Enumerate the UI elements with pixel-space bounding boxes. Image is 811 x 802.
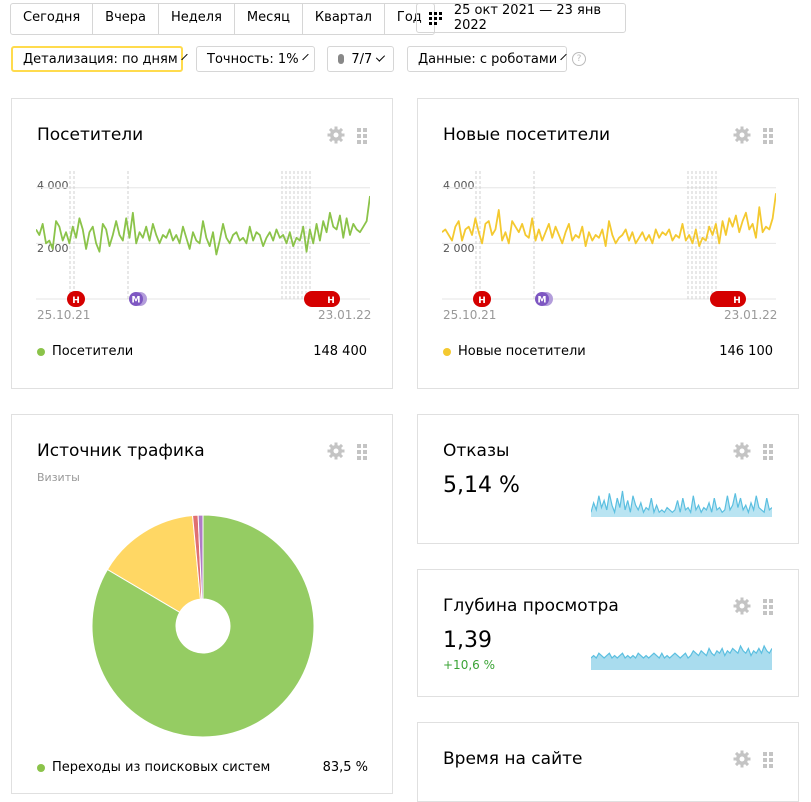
traffic-pie-chart: [91, 514, 315, 738]
date-start: 25.10.21: [37, 308, 91, 322]
comments-label: 7/7: [351, 51, 373, 67]
accuracy-label: Точность: 1%: [207, 51, 299, 67]
detail-dropdown[interactable]: Детализация: по дням: [11, 46, 188, 72]
drag-handle-icon[interactable]: [763, 444, 773, 460]
gear-icon[interactable]: [327, 442, 345, 460]
tab-yesterday[interactable]: Вчера: [93, 4, 159, 34]
traffic-subtitle: Визиты: [37, 471, 80, 484]
series-line: [36, 195, 370, 256]
chevron-down-icon: [376, 52, 386, 61]
chevron-down-icon: [560, 53, 567, 60]
date-range-label: 25 окт 2021 — 23 янв 2022: [453, 3, 602, 33]
gear-icon[interactable]: [733, 442, 751, 460]
time-card: Время на сайте: [417, 722, 799, 802]
depth-card: Глубина просмотра 1,39 +10,6 %: [417, 569, 799, 697]
chevron-down-icon: [301, 53, 309, 60]
gear-icon[interactable]: [733, 750, 751, 768]
bounces-value: 5,14 %: [443, 473, 520, 498]
traffic-title: Источник трафика: [37, 441, 205, 461]
bounces-title: Отказы: [443, 441, 510, 461]
legend-dot: [37, 347, 45, 356]
visitors-card: Посетители 4 000 2 000 ННМ 25.10.21 23.0…: [11, 98, 393, 389]
legend-item[interactable]: Переходы из поисковых систем: [37, 760, 270, 775]
depth-title: Глубина просмотра: [443, 596, 619, 616]
drag-handle-icon[interactable]: [763, 599, 773, 615]
legend-dot: [37, 763, 45, 772]
drag-handle-icon[interactable]: [357, 128, 367, 144]
drag-handle-icon[interactable]: [763, 752, 773, 768]
holiday-marker-label: Н: [327, 296, 335, 306]
holiday-marker-label: Н: [72, 296, 80, 306]
tab-week[interactable]: Неделя: [159, 4, 235, 34]
date-end: 23.01.22: [318, 308, 372, 322]
legend-label: Посетители: [52, 344, 134, 359]
legend-label: Переходы из поисковых систем: [52, 760, 271, 775]
visitors-total: 148 400: [313, 344, 367, 359]
holiday-marker-label: Н: [478, 296, 486, 306]
help-icon[interactable]: ?: [572, 52, 586, 66]
visitors-chart: Н НМ: [36, 171, 370, 307]
note-marker-label: М: [132, 296, 141, 306]
legend-label: Новые посетители: [458, 344, 586, 359]
drag-handle-icon[interactable]: [763, 128, 773, 144]
date-start: 25.10.21: [443, 308, 497, 322]
legend-item[interactable]: Новые посетители: [443, 344, 586, 359]
depth-sparkline: [591, 644, 772, 670]
date-range-picker[interactable]: 25 окт 2021 — 23 янв 2022: [416, 3, 626, 33]
gear-icon[interactable]: [733, 597, 751, 615]
sparkline-area: [591, 646, 772, 670]
visitors-title: Посетители: [37, 125, 144, 145]
data-label: Данные: с роботами: [418, 51, 558, 67]
gear-icon[interactable]: [327, 126, 345, 144]
data-dropdown[interactable]: Данные: с роботами: [407, 46, 567, 72]
legend-dot: [443, 347, 451, 356]
tab-month[interactable]: Месяц: [235, 4, 303, 34]
tab-today[interactable]: Сегодня: [11, 4, 94, 34]
accuracy-dropdown[interactable]: Точность: 1%: [196, 46, 315, 72]
new-visitors-total: 146 100: [719, 344, 773, 359]
legend-value: 83,5 %: [322, 760, 368, 775]
depth-value: 1,39: [443, 628, 492, 653]
gear-icon[interactable]: [733, 126, 751, 144]
new-visitors-chart: Н НМ: [442, 171, 776, 307]
drag-handle-icon[interactable]: [357, 444, 367, 460]
bounces-sparkline: [591, 490, 772, 517]
period-tabs: Сегодня Вчера Неделя Месяц Квартал Год: [10, 3, 435, 35]
tab-quarter[interactable]: Квартал: [303, 4, 385, 34]
depth-delta: +10,6 %: [443, 658, 495, 672]
legend-item[interactable]: Посетители: [37, 344, 133, 359]
time-title: Время на сайте: [443, 749, 583, 769]
new-visitors-title: Новые посетители: [443, 125, 611, 145]
date-end: 23.01.22: [724, 308, 778, 322]
series-line: [442, 193, 776, 248]
new-visitors-card: Новые посетители 4 000 2 000 ННМ 25.10.2…: [417, 98, 799, 389]
comment-icon: [338, 54, 345, 64]
comments-dropdown[interactable]: 7/7: [327, 46, 394, 72]
calendar-icon: [429, 11, 444, 25]
chevron-down-icon: [180, 53, 188, 60]
detail-label: Детализация: по дням: [23, 51, 178, 67]
note-marker-label: М: [538, 296, 547, 306]
bounces-card: Отказы 5,14 %: [417, 414, 799, 544]
holiday-marker-label: Н: [733, 296, 741, 306]
traffic-source-card: Источник трафика Визиты Переходы из поис…: [11, 414, 393, 794]
